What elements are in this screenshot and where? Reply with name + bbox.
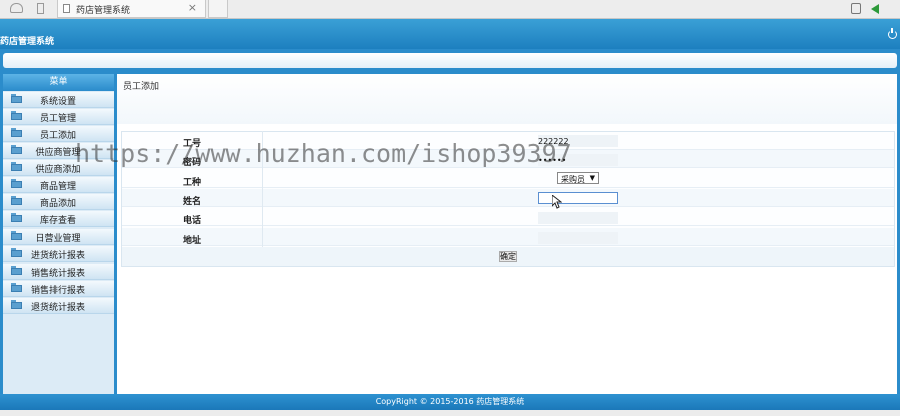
sidebar-item-label: 销售统计报表 [30, 269, 85, 279]
home-icon[interactable] [10, 3, 23, 13]
close-icon[interactable]: × [188, 1, 197, 14]
submit-button[interactable]: 确定 [499, 251, 517, 262]
name-input[interactable] [538, 192, 618, 204]
form-row [122, 189, 894, 207]
sidebar-item-label: 员工管理 [39, 114, 76, 124]
sidebar-item-system-settings[interactable]: 系统设置 [3, 92, 114, 108]
page-icon [63, 4, 70, 13]
folder-icon [11, 266, 22, 275]
folder-icon [11, 145, 22, 154]
sidebar-item-label: 商品添加 [39, 199, 76, 209]
folder-icon [11, 213, 22, 222]
back-arrow-icon[interactable] [871, 4, 879, 14]
power-icon[interactable] [888, 28, 897, 39]
sidebar-item-stock-view[interactable]: 库存查看 [3, 211, 114, 227]
phone-label: 电话 [183, 216, 202, 226]
browser-status-bar [0, 410, 900, 416]
folder-icon [11, 128, 22, 137]
app-title: 药店管理系统 [0, 37, 55, 47]
sidebar-item-label: 系统设置 [39, 97, 76, 107]
sidebar-item-return-report[interactable]: 退货统计报表 [3, 298, 114, 314]
page-icon[interactable] [37, 3, 44, 14]
sidebar-item-label: 库存查看 [39, 216, 76, 226]
breadcrumb-bar [117, 74, 897, 124]
address-label: 地址 [183, 236, 202, 246]
name-label: 姓名 [183, 197, 202, 207]
folder-icon [11, 248, 22, 257]
sidebar-item-label: 进货统计报表 [30, 251, 85, 261]
sidebar-item-product-manage[interactable]: 商品管理 [3, 177, 114, 193]
folder-icon [11, 179, 22, 188]
address-input[interactable] [538, 232, 618, 244]
sidebar-item-sales-report[interactable]: 销售统计报表 [3, 264, 114, 280]
sidebar-item-label: 商品管理 [39, 182, 76, 192]
settings-icon[interactable] [851, 3, 861, 14]
sidebar-title: 菜单 [3, 74, 114, 91]
sidebar-item-sales-ranking[interactable]: 销售排行报表 [3, 281, 114, 297]
job-type-value: 采购员 [561, 175, 585, 184]
footer-copyright: CopyRight © 2015-2016 药店管理系统 [0, 394, 900, 410]
folder-icon [11, 283, 22, 292]
breadcrumb: 员工添加 [123, 82, 160, 92]
form-row [122, 170, 894, 188]
dropdown-arrow-icon: ▼ [589, 174, 595, 182]
new-tab-button[interactable] [208, 0, 228, 18]
sidebar-item-label: 日营业管理 [35, 234, 81, 244]
top-toolbar [3, 53, 897, 68]
sidebar-item-employee-manage[interactable]: 员工管理 [3, 109, 114, 125]
folder-icon [11, 111, 22, 120]
form-row [122, 228, 894, 246]
watermark: https://www.huzhan.com/ishop39397 [75, 139, 572, 168]
folder-icon [11, 300, 22, 309]
sidebar-item-purchase-report[interactable]: 进货统计报表 [3, 246, 114, 262]
phone-input[interactable] [538, 212, 618, 224]
sidebar-item-daily-business[interactable]: 日营业管理 [3, 229, 114, 245]
app-header [0, 19, 900, 49]
browser-tab[interactable]: 药店管理系统 × [57, 0, 206, 18]
tab-title: 药店管理系统 [76, 6, 131, 16]
folder-icon [11, 162, 22, 171]
sidebar-item-label: 销售排行报表 [30, 286, 85, 296]
sidebar-item-label: 退货统计报表 [30, 303, 85, 313]
job-type-label: 工种 [183, 178, 202, 188]
form-row [122, 208, 894, 226]
folder-icon [11, 94, 22, 103]
folder-icon [11, 196, 22, 205]
folder-icon [11, 231, 22, 240]
job-type-select[interactable]: 采购员 ▼ [557, 172, 599, 184]
mouse-cursor-icon [552, 195, 562, 209]
sidebar-item-product-add[interactable]: 商品添加 [3, 194, 114, 210]
